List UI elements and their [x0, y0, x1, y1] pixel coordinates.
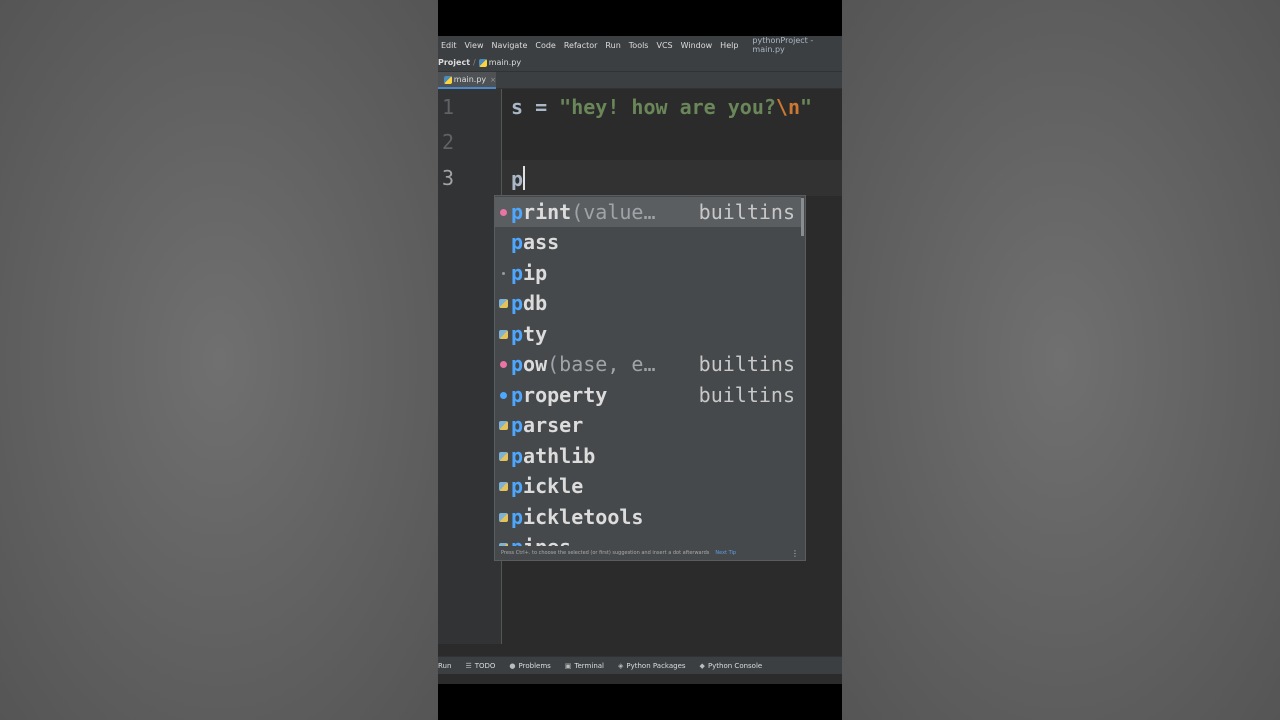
- menu-help[interactable]: Help: [720, 41, 738, 50]
- next-tip-link[interactable]: Next Tip: [715, 550, 736, 556]
- tool-python-console[interactable]: ◆ Python Console: [700, 662, 763, 670]
- python-module-icon: [495, 481, 511, 491]
- menu-tools[interactable]: Tools: [629, 41, 649, 50]
- completion-item-pass[interactable]: p ass: [495, 227, 801, 257]
- line-number-2: 2: [442, 130, 455, 154]
- completion-hint-bar: Press Ctrl+. to choose the selected (or …: [495, 546, 805, 560]
- completion-item-pdb[interactable]: p db: [495, 288, 801, 318]
- completion-origin: builtins: [698, 383, 795, 407]
- tool-python-packages[interactable]: ◈ Python Packages: [618, 662, 686, 670]
- video-frame: Edit View Navigate Code Refactor Run Too…: [438, 0, 842, 720]
- breadcrumb-separator: /: [473, 58, 476, 67]
- tool-terminal[interactable]: ▣ Terminal: [565, 662, 604, 670]
- tool-todo[interactable]: ☰ TODO: [465, 662, 495, 670]
- menu-refactor[interactable]: Refactor: [564, 41, 598, 50]
- blurred-background-left: [0, 0, 438, 720]
- completion-item-pip[interactable]: p ip: [495, 258, 801, 288]
- breadcrumb-file[interactable]: main.py: [489, 58, 521, 67]
- completion-item-pow[interactable]: p ow (base, e… builtins: [495, 349, 801, 379]
- pink-function-icon: [495, 208, 511, 216]
- breadcrumb: Project / main.py: [438, 54, 842, 72]
- breadcrumb-project[interactable]: Project: [438, 58, 470, 67]
- completion-item-pathlib[interactable]: p athlib: [495, 441, 801, 471]
- menu-run[interactable]: Run: [605, 41, 620, 50]
- tool-problems[interactable]: ● Problems: [509, 662, 550, 670]
- completion-item-parser[interactable]: p arser: [495, 410, 801, 440]
- completion-hint: Press Ctrl+. to choose the selected (or …: [501, 550, 710, 556]
- python-module-icon: [495, 451, 511, 461]
- ide-window: Edit View Navigate Code Refactor Run Too…: [438, 36, 842, 684]
- completion-item-pickletools[interactable]: p ickletools: [495, 502, 801, 532]
- tool-run[interactable]: Run: [438, 662, 451, 670]
- completion-item-pickle[interactable]: p ickle: [495, 471, 801, 501]
- completion-item-pty[interactable]: p ty: [495, 319, 801, 349]
- menu-edit[interactable]: Edit: [441, 41, 457, 50]
- python-module-icon: [495, 512, 511, 522]
- list-icon: ☰: [465, 661, 472, 670]
- code-line-3[interactable]: p: [511, 166, 526, 191]
- python-file-icon: [478, 58, 487, 67]
- tool-window-bar: Run ☰ TODO ● Problems ▣ Terminal ◈ Pytho…: [438, 656, 842, 674]
- menu-vcs[interactable]: VCS: [656, 41, 672, 50]
- code-string-end: ": [800, 95, 813, 119]
- code-line-1[interactable]: s = "hey! how are you?\n": [511, 95, 812, 119]
- menu-code[interactable]: Code: [535, 41, 555, 50]
- menu-view[interactable]: View: [465, 41, 484, 50]
- line-number-3: 3: [442, 166, 455, 190]
- editor-tab-bar: main.py ×: [438, 72, 842, 89]
- completion-popup: p rint (value… builtins p ass p ip p db p ty: [494, 195, 806, 561]
- menu-bar: Edit View Navigate Code Refactor Run Too…: [438, 36, 842, 54]
- popup-scrollbar[interactable]: [801, 198, 804, 236]
- tab-label: main.py: [453, 75, 487, 84]
- code-escape: \n: [775, 95, 801, 119]
- blurred-background-right: [842, 0, 1280, 720]
- pink-function-icon: [495, 360, 511, 368]
- terminal-icon: ▣: [564, 661, 572, 670]
- menu-window[interactable]: Window: [681, 41, 713, 50]
- menu-navigate[interactable]: Navigate: [491, 41, 527, 50]
- console-icon: ◆: [699, 661, 705, 670]
- python-file-icon: [444, 75, 452, 84]
- completion-origin: builtins: [698, 352, 795, 376]
- completion-origin: builtins: [698, 200, 795, 224]
- dot-icon: [495, 271, 511, 275]
- completion-item-property[interactable]: p roperty builtins: [495, 380, 801, 410]
- close-icon[interactable]: ×: [490, 76, 496, 84]
- problems-icon: ●: [509, 661, 516, 670]
- python-module-icon: [495, 329, 511, 339]
- completion-item-print[interactable]: p rint (value… builtins: [495, 197, 801, 227]
- typed-text: p: [511, 167, 524, 191]
- packages-icon: ◈: [618, 661, 624, 670]
- window-title: pythonProject - main.py: [752, 36, 814, 54]
- python-module-icon: [495, 420, 511, 430]
- python-module-icon: [495, 298, 511, 308]
- code-string: "hey! how are you?: [559, 95, 776, 119]
- line-number-1: 1: [442, 95, 455, 119]
- text-caret: [523, 166, 526, 190]
- more-options-icon[interactable]: ⋮: [791, 549, 799, 558]
- tab-main-py[interactable]: main.py ×: [438, 72, 496, 89]
- blue-class-icon: [495, 391, 511, 399]
- code-variable: s =: [511, 95, 560, 119]
- current-line-highlight: [502, 160, 842, 196]
